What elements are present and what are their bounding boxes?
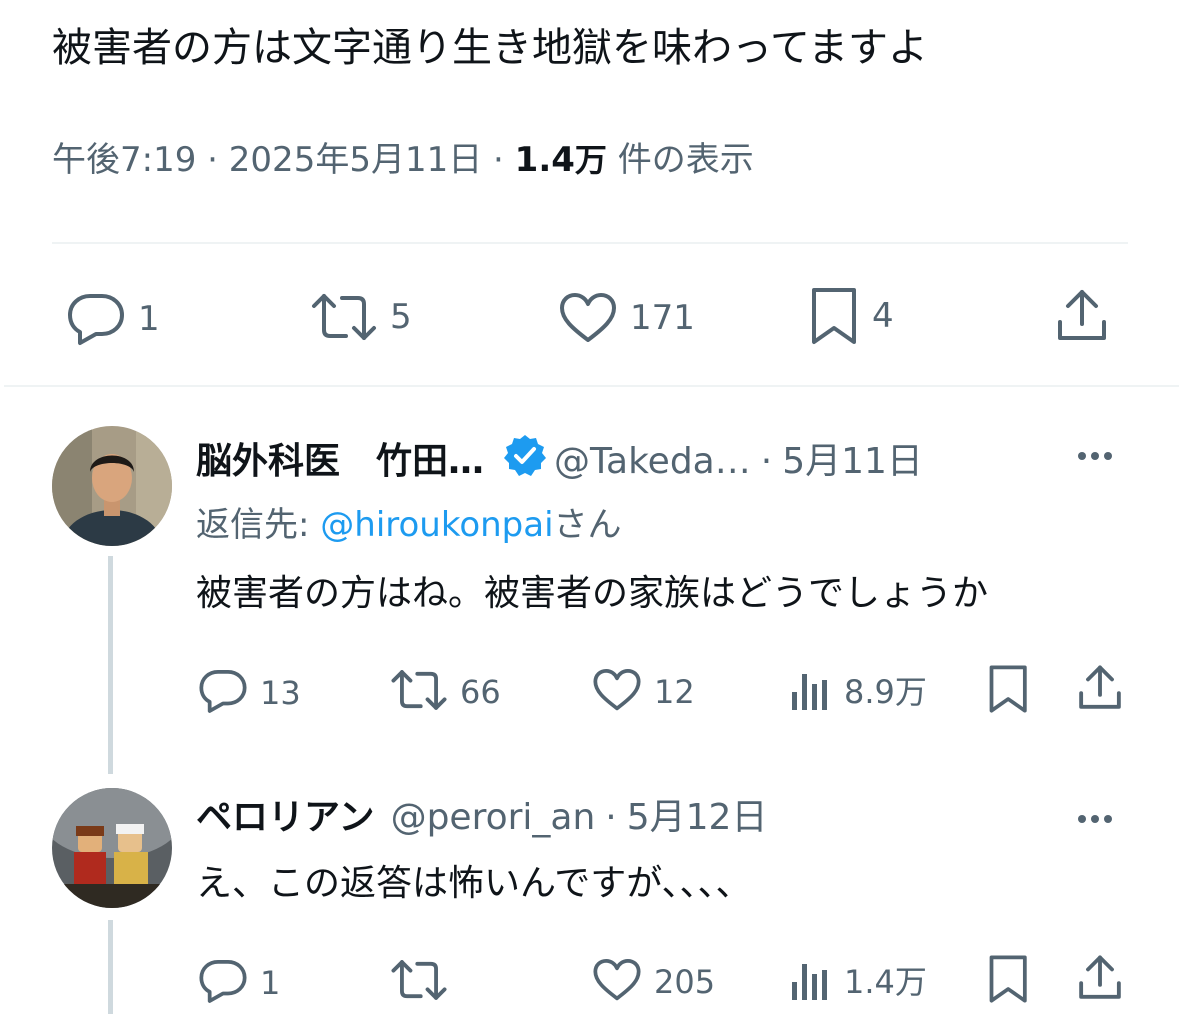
bookmark-button[interactable]: 4 — [810, 286, 894, 346]
meta-separator: · — [207, 140, 218, 180]
display-name[interactable]: 脳外科医 竹田… — [196, 440, 484, 484]
replying-suffix: さん — [553, 505, 622, 545]
retweet-count: 66 — [460, 673, 501, 711]
share-icon — [1076, 664, 1124, 716]
user-handle[interactable]: @Takeda… — [554, 440, 751, 484]
like-button[interactable]: 205 — [592, 958, 715, 1006]
thread-line — [108, 920, 113, 1014]
reply-date[interactable]: 5月12日 — [627, 796, 768, 840]
avatar[interactable] — [52, 426, 172, 546]
more-icon[interactable] — [1078, 452, 1112, 460]
reply-button[interactable]: 1 — [198, 958, 280, 1008]
verified-badge-icon — [502, 433, 548, 490]
views-count: 1.4万 — [844, 963, 927, 1001]
divider — [52, 242, 1128, 244]
bookmark-icon — [988, 664, 1030, 718]
meta-separator: · — [493, 140, 504, 180]
divider — [4, 385, 1179, 387]
header-separator: · — [760, 440, 773, 482]
bookmark-button[interactable] — [988, 954, 1030, 1008]
like-icon — [592, 668, 642, 716]
like-icon — [592, 958, 642, 1006]
like-icon — [558, 292, 618, 344]
reply-icon — [66, 292, 126, 346]
views-icon — [788, 958, 832, 1006]
reply-count: 13 — [260, 674, 301, 712]
retweet-icon — [310, 292, 378, 342]
views-label: 件の表示 — [617, 140, 754, 180]
like-count: 12 — [654, 673, 695, 711]
reply-icon — [198, 668, 248, 718]
like-button[interactable]: 12 — [592, 668, 695, 716]
share-button[interactable] — [1076, 954, 1124, 1006]
share-icon — [1054, 288, 1110, 344]
like-count: 171 — [630, 298, 695, 338]
tweet-time[interactable]: 午後7:19 — [52, 140, 196, 180]
more-icon[interactable] — [1078, 815, 1112, 823]
reply-count: 1 — [138, 299, 160, 339]
reply-button[interactable]: 1 — [66, 292, 160, 346]
share-button[interactable] — [1076, 664, 1124, 716]
user-handle[interactable]: @perori_an — [391, 796, 596, 840]
reply-text: え、この返答は怖いんですが、、、、 — [196, 863, 752, 904]
retweet-icon — [390, 958, 448, 1006]
share-icon — [1076, 954, 1124, 1006]
header-separator: · — [605, 797, 617, 838]
display-name[interactable]: ペロリアン — [196, 796, 375, 840]
bookmark-count: 4 — [872, 296, 894, 336]
thread-line — [108, 556, 113, 774]
bookmark-button[interactable] — [988, 664, 1030, 718]
retweet-button[interactable] — [390, 958, 460, 1006]
reply-icon — [198, 958, 248, 1008]
views-count: 8.9万 — [844, 673, 927, 711]
retweet-icon — [390, 668, 448, 716]
mention-link[interactable]: @hiroukonpai — [320, 505, 553, 545]
views-value: 1.4 — [514, 140, 575, 180]
bookmark-icon — [988, 954, 1030, 1008]
views-icon — [788, 668, 832, 716]
like-count: 205 — [654, 963, 716, 1001]
reply-text: 被害者の方はね。被害者の家族はどうでしょうか — [196, 573, 989, 614]
avatar[interactable] — [52, 788, 172, 908]
tweet-meta: 午後7:19 · 2025年5月11日 · 1.4万 件の表示 — [52, 138, 754, 182]
views-button[interactable]: 1.4万 — [788, 958, 927, 1006]
retweet-count: 5 — [390, 297, 412, 337]
bookmark-icon — [810, 286, 860, 346]
replying-prefix: 返信先: — [196, 505, 321, 545]
views-count[interactable]: 1.4万 — [515, 140, 607, 180]
reply-count: 1 — [260, 964, 281, 1002]
retweet-button[interactable]: 5 — [310, 292, 412, 342]
tweet-text: 被害者の方は文字通り生き地獄を味わってますよ — [52, 25, 928, 71]
reply-button[interactable]: 13 — [198, 668, 301, 718]
share-button[interactable] — [1054, 288, 1110, 344]
reply-header: ペロリアン @perori_an · 5月12日 — [196, 796, 767, 840]
views-unit: 万 — [574, 141, 607, 179]
like-button[interactable]: 171 — [558, 292, 695, 344]
tweet-detail-page: 被害者の方は文字通り生き地獄を味わってますよ 午後7:19 · 2025年5月1… — [0, 0, 1179, 1014]
retweet-button[interactable]: 66 — [390, 668, 501, 716]
views-button[interactable]: 8.9万 — [788, 668, 927, 716]
reply-date[interactable]: 5月11日 — [782, 440, 923, 484]
reply-header: 脳外科医 竹田… @Takeda… · 5月11日 — [196, 433, 923, 490]
tweet-date[interactable]: 2025年5月11日 — [229, 140, 482, 180]
replying-to: 返信先: @hiroukonpaiさん — [196, 503, 622, 547]
